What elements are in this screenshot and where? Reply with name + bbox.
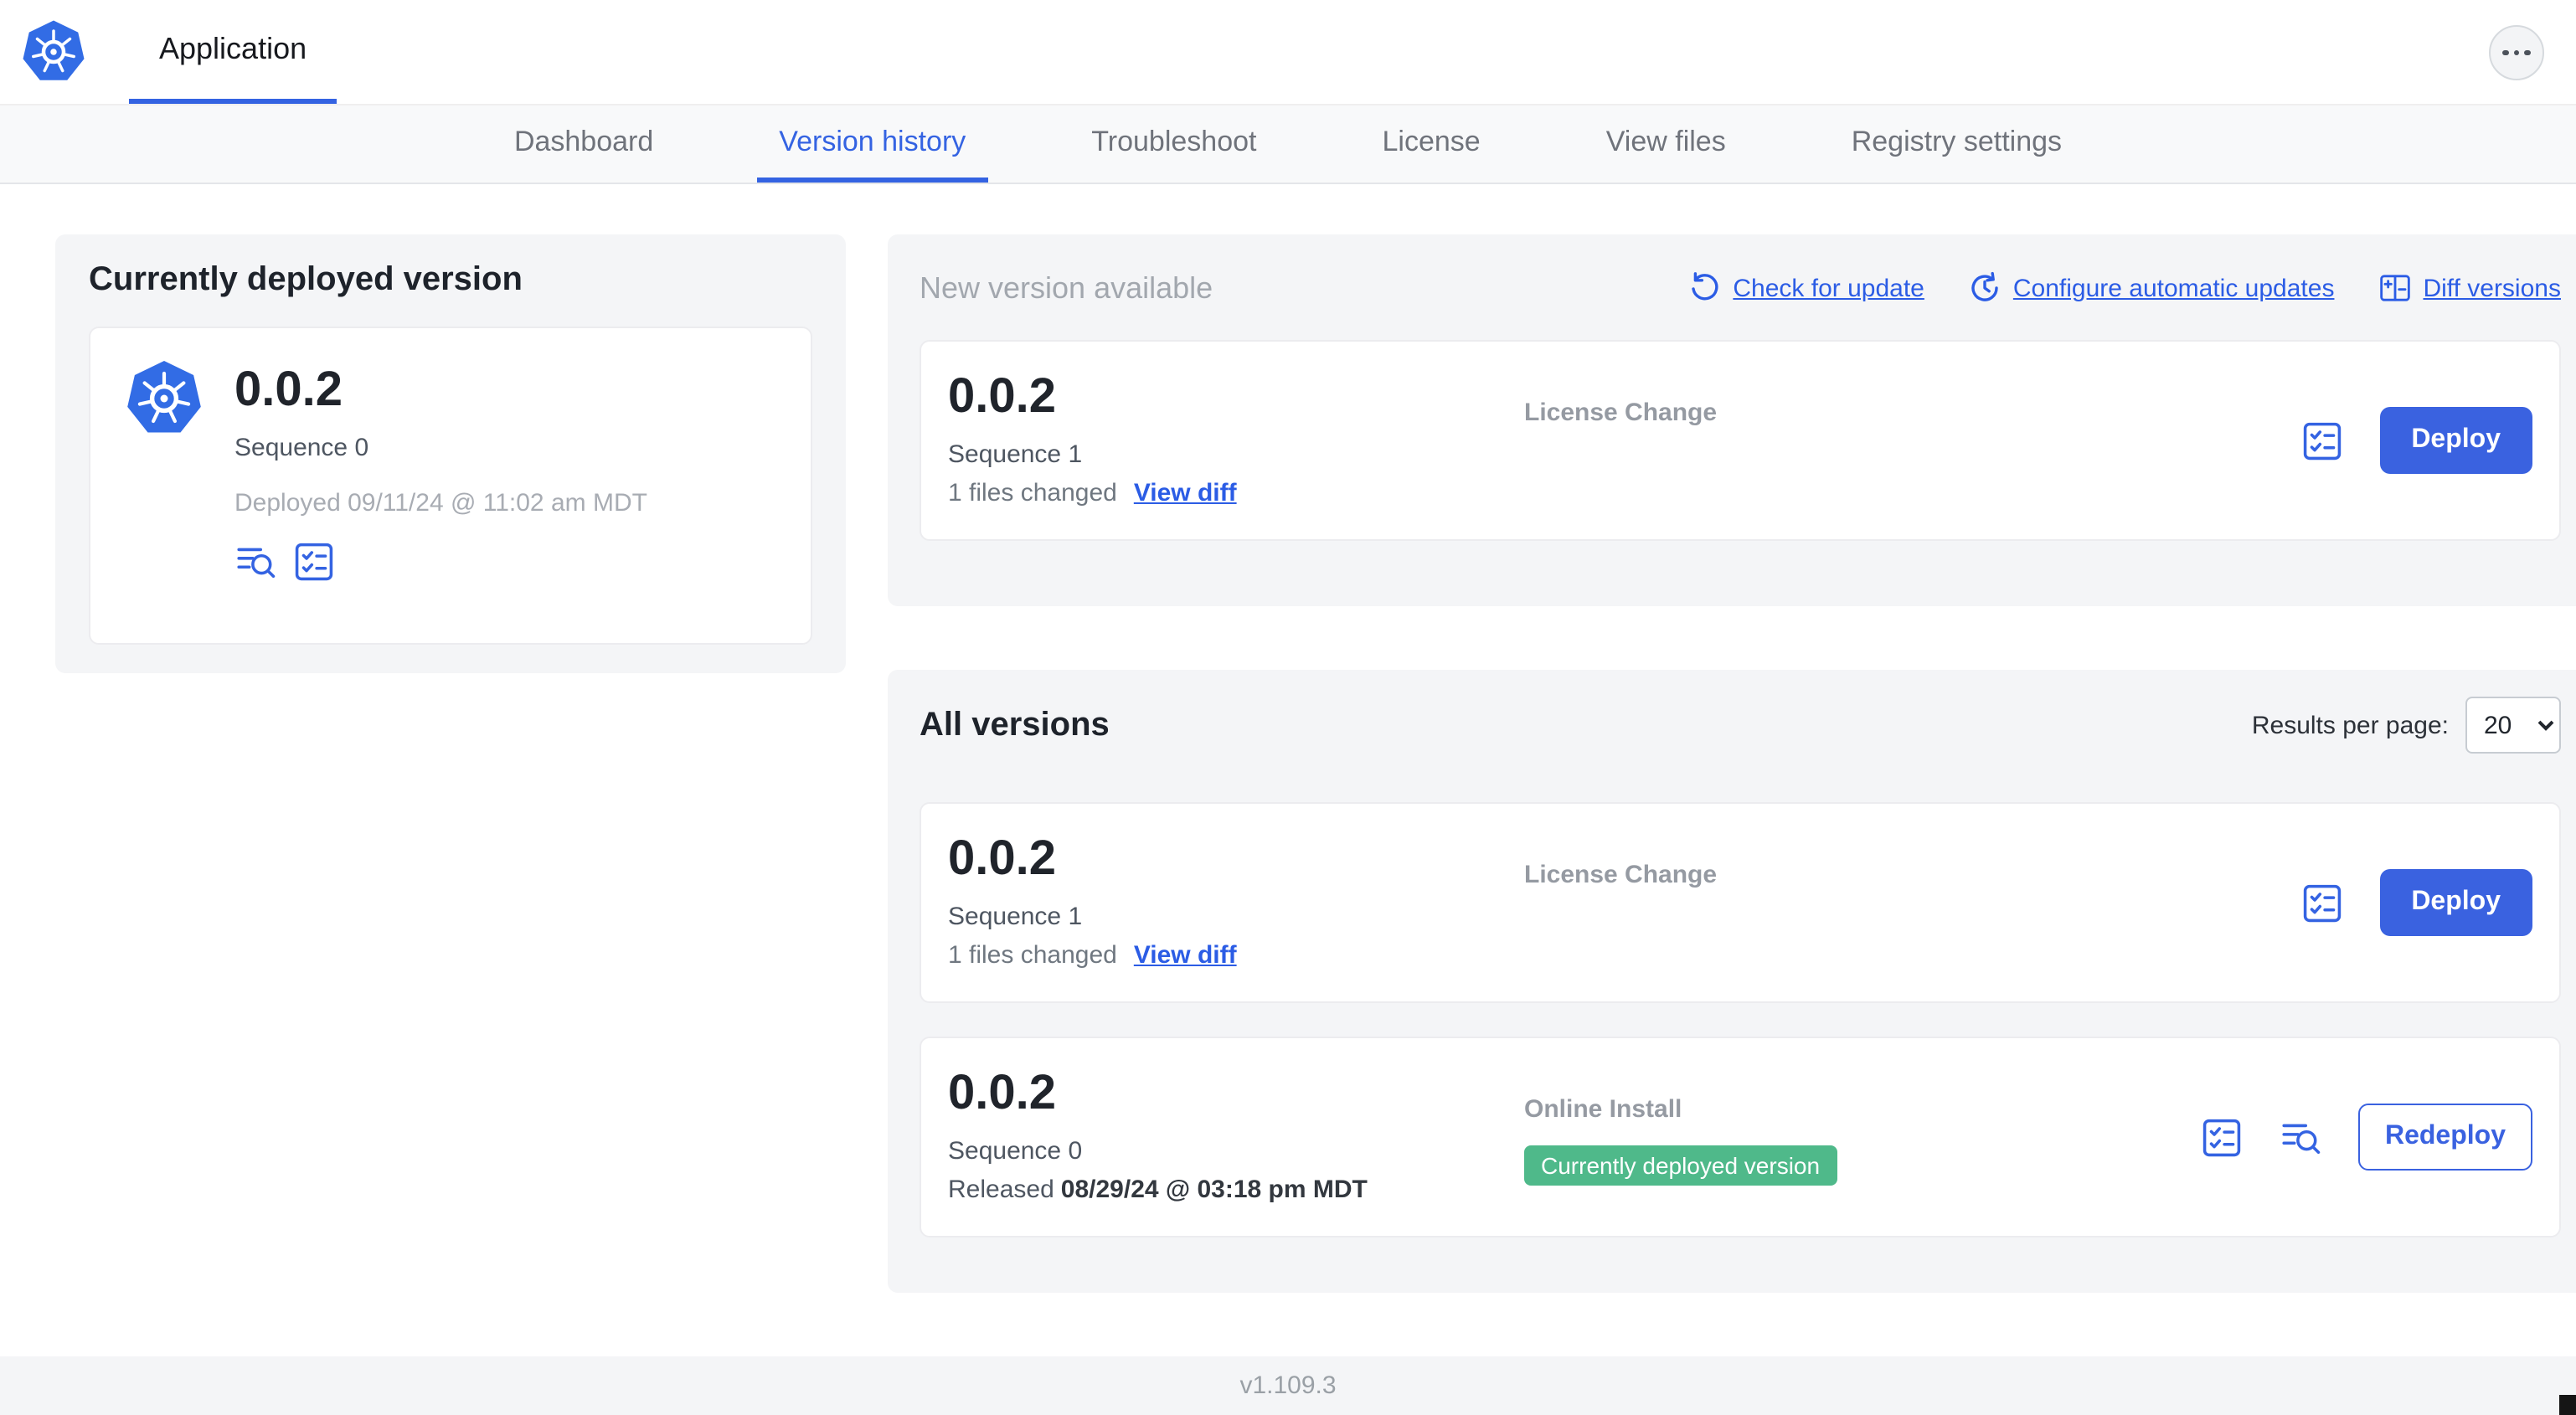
results-per-page-label: Results per page:: [2251, 711, 2449, 739]
release-notes-icon[interactable]: [2300, 882, 2342, 924]
current-version-number: 0.0.2: [234, 363, 343, 417]
deploy-button[interactable]: Deploy: [2379, 407, 2532, 474]
sequence-label: Sequence 1: [948, 440, 1083, 469]
new-version-panel: New version available Check for update C…: [888, 234, 2576, 606]
version-number: 0.0.2: [948, 370, 1056, 424]
version-number: 0.0.2: [948, 832, 1056, 886]
version-number: 0.0.2: [948, 1067, 1056, 1120]
redeploy-button[interactable]: Redeploy: [2357, 1104, 2532, 1171]
check-for-update-link[interactable]: Check for update: [1687, 271, 1924, 305]
refresh-icon: [1691, 272, 1718, 301]
clock-refresh-icon: [1971, 271, 1998, 301]
results-per-page-select[interactable]: 20: [2465, 697, 2561, 754]
version-row: 0.0.2 Sequence 0 Released 08/29/24 @ 03:1…: [920, 1037, 2561, 1237]
view-diff-link[interactable]: View diff: [1134, 479, 1237, 507]
app-window: Application Dashboard Version history Tr…: [0, 0, 2576, 1415]
footer: v1.109.3: [0, 1356, 2576, 1415]
version-row: 0.0.2 Sequence 1 1 files changed View di…: [920, 802, 2561, 1003]
deploy-button[interactable]: Deploy: [2379, 869, 2532, 936]
app-nav: Dashboard Version history Troubleshoot L…: [0, 105, 2576, 184]
view-logs-icon[interactable]: [2280, 1116, 2321, 1158]
version-source-label: License Change: [1524, 861, 1718, 889]
all-versions-panel: All versions Results per page: 20 0.0.2 …: [888, 670, 2576, 1293]
currently-deployed-card: 0.0.2 Sequence 0 Deployed 09/11/24 @ 11:…: [89, 327, 812, 645]
nav-tab-registry-settings[interactable]: Registry settings: [1830, 105, 2084, 183]
configure-automatic-updates-link[interactable]: Configure automatic updates: [1968, 271, 2334, 305]
current-sequence-label: Sequence 0: [234, 433, 369, 462]
tab-application-label: Application: [159, 32, 307, 65]
kubernetes-app-icon: [124, 358, 204, 439]
currently-deployed-badge: Currently deployed version: [1524, 1145, 1837, 1186]
version-source-label: Online Install: [1524, 1095, 1682, 1124]
nav-tab-troubleshoot[interactable]: Troubleshoot: [1069, 105, 1278, 183]
diff-icon: [2379, 275, 2410, 301]
currently-deployed-panel: Currently deployed version 0.0.2 Sequenc…: [55, 234, 846, 673]
nav-tab-version-history[interactable]: Version history: [757, 105, 988, 183]
kubernetes-logo-icon: [20, 18, 87, 85]
release-notes-icon[interactable]: [293, 541, 335, 583]
sequence-label: Sequence 0: [948, 1136, 1083, 1165]
view-diff-link[interactable]: View diff: [1134, 941, 1237, 970]
view-logs-icon[interactable]: [234, 541, 276, 583]
currently-deployed-title: Currently deployed version: [89, 261, 523, 298]
nav-tab-view-files[interactable]: View files: [1584, 105, 1748, 183]
files-changed-label: 1 files changed: [948, 940, 1117, 970]
release-notes-icon[interactable]: [2201, 1116, 2243, 1158]
nav-tab-license[interactable]: License: [1361, 105, 1502, 183]
deployed-timestamp: Deployed 09/11/24 @ 11:02 am MDT: [234, 488, 647, 517]
sequence-label: Sequence 1: [948, 902, 1083, 931]
diff-versions-link[interactable]: Diff versions: [2378, 271, 2561, 305]
new-version-row: 0.0.2 Sequence 1 1 files changed View di…: [920, 340, 2561, 541]
new-version-title: New version available: [920, 270, 1213, 304]
version-source-label: License Change: [1524, 399, 1718, 427]
files-changed-label: 1 files changed: [948, 478, 1117, 507]
more-menu-button[interactable]: [2489, 25, 2544, 80]
scrollbar-thumb[interactable]: [2559, 1395, 2576, 1415]
release-notes-icon[interactable]: [2300, 419, 2342, 461]
console-version-label: v1.109.3: [1239, 1371, 1337, 1400]
tab-application[interactable]: Application: [129, 0, 337, 104]
released-label: Released: [948, 1175, 1054, 1204]
ellipsis-icon: [2502, 49, 2509, 56]
all-versions-title: All versions: [920, 706, 1110, 743]
released-timestamp: 08/29/24 @ 03:18 pm MDT: [1060, 1175, 1368, 1204]
nav-tab-dashboard[interactable]: Dashboard: [492, 105, 675, 183]
top-bar: Application: [0, 0, 2576, 105]
